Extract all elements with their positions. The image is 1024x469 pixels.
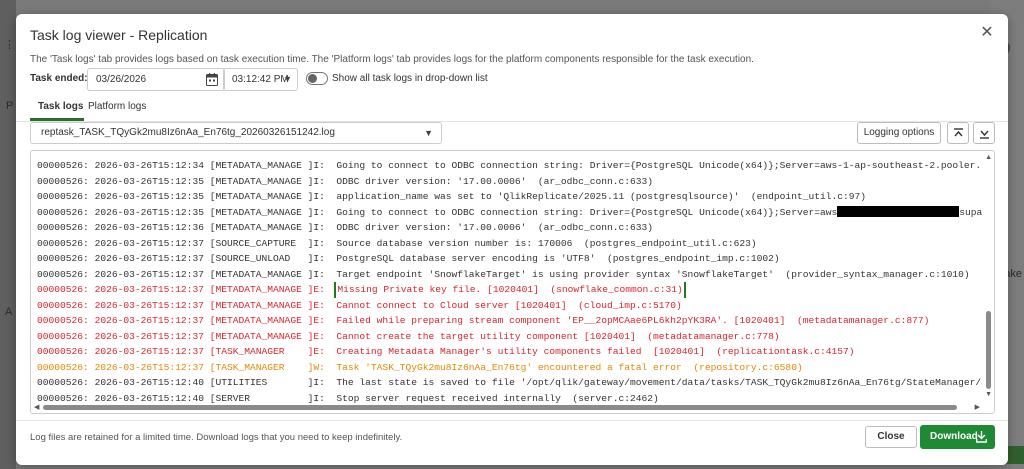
log-line: 00000526: 2026-03-26T15:12:37 [TASK_MANA… (37, 344, 982, 360)
log-line-text: 00000526: 2026-03-26T15:12:37 [METADATA_… (37, 299, 682, 311)
vertical-scrollbar-thumb[interactable] (986, 311, 991, 389)
download-button[interactable]: Download (920, 425, 995, 449)
scroll-top-icon (954, 128, 963, 137)
log-line-text: 00000526: 2026-03-26T15:12:35 [METADATA_… (37, 191, 867, 202)
apps-grid-icon: ⋮⋮ (4, 39, 26, 51)
log-line-text: 00000526: 2026-03-26T15:12:37 [SOURCE_CA… (37, 237, 757, 249)
log-line: 00000526: 2026-03-26T15:12:34 [METADATA_… (37, 158, 982, 174)
log-line-text: 00000526: 2026-03-26T15:12:37 [METADATA_… (37, 330, 780, 342)
log-line-text: 00000526: 2026-03-26T15:12:40 [UTILITIES… (37, 377, 982, 388)
log-line: 00000526: 2026-03-26T15:12:35 [METADATA_… (37, 174, 982, 190)
log-line-text: 00000526: 2026-03-26T15:12:37 [TASK_MANA… (37, 361, 803, 373)
show-all-logs-toggle[interactable] (306, 72, 328, 85)
tab-platform-logs[interactable]: Platform logs (88, 101, 146, 112)
log-line: 00000526: 2026-03-26T15:12:37 [TASK_MANA… (37, 360, 982, 376)
download-icon (976, 431, 987, 443)
scroll-right-arrow-icon[interactable]: ▶ (975, 403, 980, 411)
redacted-block (837, 206, 960, 218)
log-line: 00000526: 2026-03-26T15:12:40 [SERVER ]I… (37, 391, 982, 407)
log-line: 00000526: 2026-03-26T15:12:37 [METADATA_… (37, 298, 982, 314)
log-line: 00000526: 2026-03-26T15:12:35 [METADATA_… (37, 189, 982, 205)
log-file-value: reptask_TASK_TQyGk2mu8Iz6nAa_En76tg_2026… (41, 127, 335, 138)
background-left-panel: ⋮⋮ P A (0, 0, 26, 469)
scroll-to-bottom-button[interactable] (973, 122, 995, 144)
task-ended-date-field[interactable]: 03/26/2026 (87, 68, 225, 91)
log-line: 00000526: 2026-03-26T15:12:36 [METADATA_… (37, 220, 982, 236)
log-line-text: 00000526: 2026-03-26T15:12:34 [METADATA_… (37, 160, 982, 171)
log-line-text: supabase.com;Port=5432;Dat (959, 206, 982, 218)
log-line-text: 00000526: 2026-03-26T15:12:35 [METADATA_… (37, 175, 654, 187)
retention-note: Log files are retained for a limited tim… (30, 432, 403, 443)
show-all-logs-label: Show all task logs in drop-down list (332, 73, 488, 84)
log-line-text: 00000526: 2026-03-26T15:12:37 [SOURCE_UN… (37, 253, 780, 264)
log-lines: 00000526: 2026-03-26T15:12:34 [METADATA_… (37, 158, 982, 406)
log-line-text: 00000526: 2026-03-26T15:12:37 [TASK_MANA… (37, 346, 855, 357)
calendar-icon[interactable] (206, 73, 218, 86)
scroll-left-arrow-icon[interactable]: ◀ (34, 403, 39, 411)
background-label-p: P (6, 100, 14, 112)
scroll-down-arrow-icon[interactable]: ▼ (985, 391, 992, 398)
chevron-down-icon: ▼ (283, 74, 292, 84)
horizontal-scrollbar-thumb[interactable] (43, 405, 957, 410)
dialog-description: The 'Task logs' tab provides logs based … (30, 54, 754, 65)
log-line-text: 00000526: 2026-03-26T15:12:37 [METADATA_… (37, 268, 970, 280)
date-value: 03/26/2026 (96, 74, 147, 85)
highlighted-error-text: Missing Private key file. [1020401] (sno… (334, 282, 686, 298)
task-ended-time-select[interactable]: 03:12:42 PM ▼ (223, 68, 298, 91)
log-line: 00000526: 2026-03-26T15:12:37 [SOURCE_CA… (37, 236, 982, 252)
log-line: 00000526: 2026-03-26T15:12:37 [METADATA_… (37, 329, 982, 345)
footer-divider (16, 420, 1008, 421)
tab-task-logs[interactable]: Task logs (38, 101, 83, 112)
log-line: 00000526: 2026-03-26T15:12:37 [METADATA_… (37, 267, 982, 283)
logging-options-button[interactable]: Logging options (857, 122, 941, 144)
background-label-a: A (5, 306, 13, 318)
log-line-text: 00000526: 2026-03-26T15:12:35 [METADATA_… (37, 206, 838, 218)
log-line-text: 00000526: 2026-03-26T15:12:36 [METADATA_… (37, 222, 654, 233)
time-value: 03:12:42 PM (232, 74, 289, 85)
task-log-viewer-dialog: Task log viewer - Replication ✕ The 'Tas… (16, 14, 1008, 465)
log-line-text: 00000526: 2026-03-26T15:12:37 [METADATA_… (37, 315, 930, 326)
log-line: 00000526: 2026-03-26T15:12:37 [METADATA_… (37, 313, 982, 329)
log-line: 00000526: 2026-03-26T15:12:40 [UTILITIES… (37, 375, 982, 391)
scroll-to-top-button[interactable] (947, 122, 969, 144)
chevron-down-icon: ▼ (424, 128, 433, 138)
log-line: 00000526: 2026-03-26T15:12:37 [SOURCE_UN… (37, 251, 982, 267)
log-line-text: 00000526: 2026-03-26T15:12:40 [SERVER ]I… (37, 392, 659, 404)
log-line: 00000526: 2026-03-26T15:12:35 [METADATA_… (37, 205, 982, 221)
log-file-select[interactable]: reptask_TASK_TQyGk2mu8Iz6nAa_En76tg_2026… (30, 122, 442, 144)
dialog-title: Task log viewer - Replication (30, 27, 208, 43)
task-ended-label: Task ended: (30, 73, 88, 84)
close-button[interactable]: Close (865, 426, 917, 448)
download-label: Download (930, 431, 978, 442)
log-viewer[interactable]: 00000526: 2026-03-26T15:12:34 [METADATA_… (30, 150, 995, 414)
log-line: 00000526: 2026-03-26T15:12:37 [METADATA_… (37, 282, 982, 298)
log-line-text: 00000526: 2026-03-26T15:12:37 [METADATA_… (37, 284, 337, 295)
scroll-bottom-icon (980, 130, 989, 139)
close-icon[interactable]: ✕ (978, 24, 996, 42)
scroll-up-arrow-icon[interactable]: ▲ (985, 154, 992, 161)
